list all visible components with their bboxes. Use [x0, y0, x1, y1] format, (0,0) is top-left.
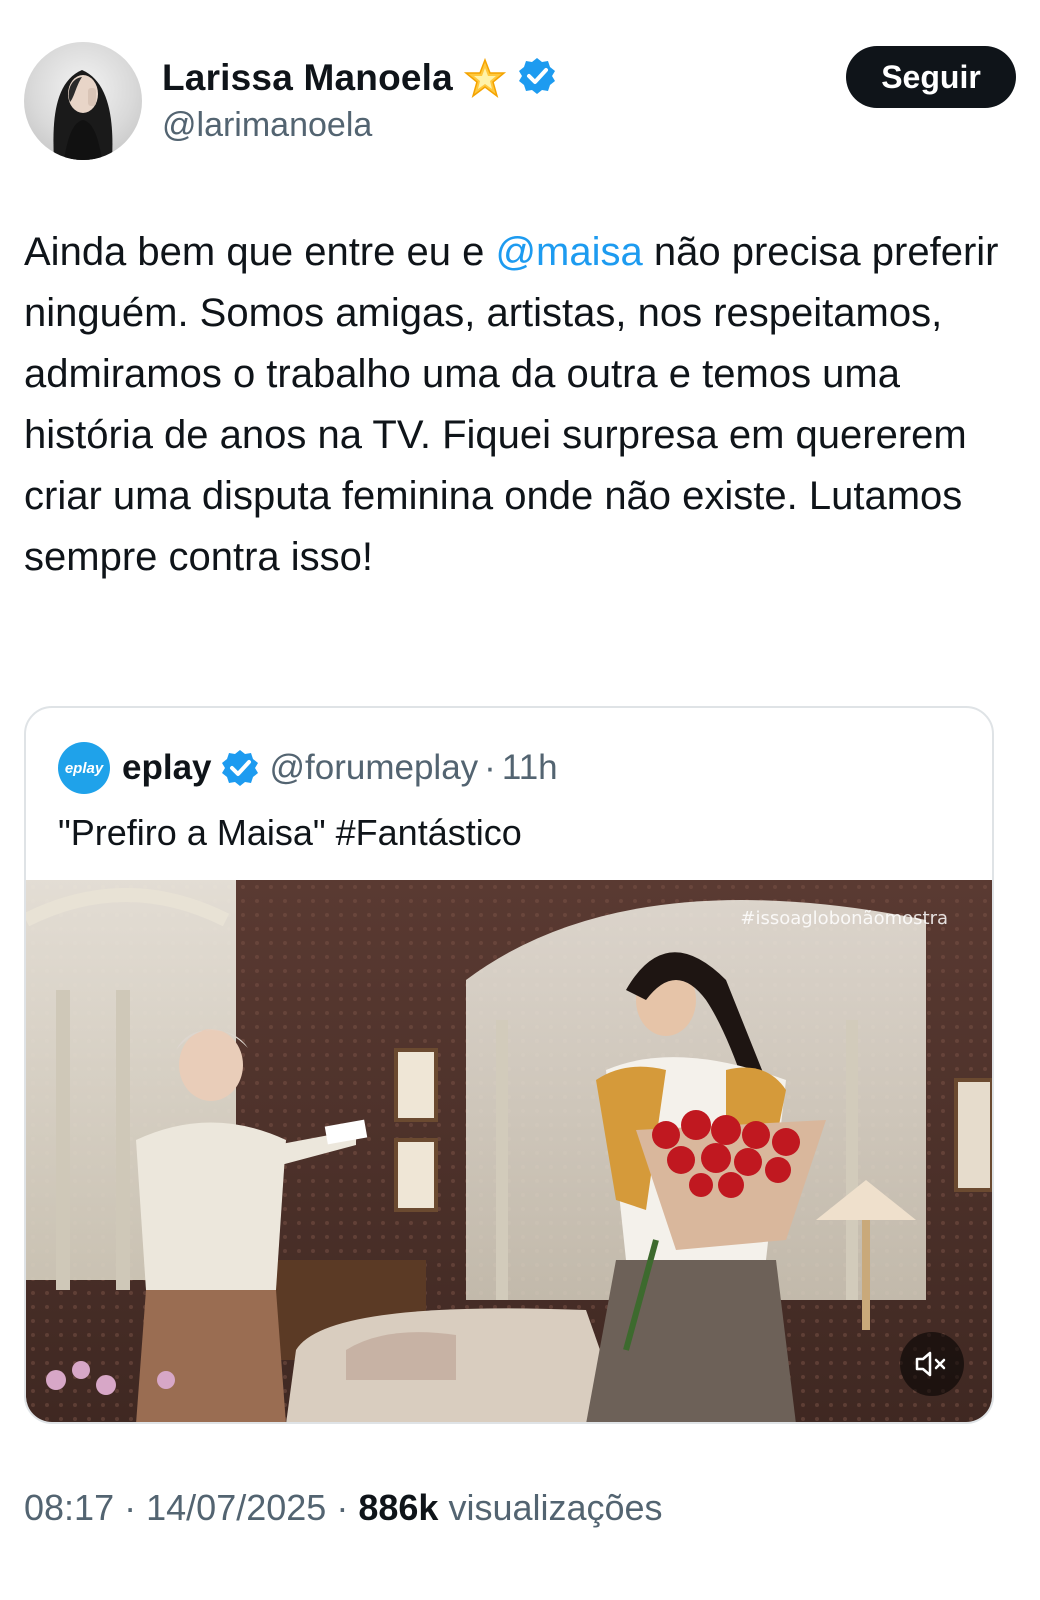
tweet-text-after: não precisa preferir ninguém. Somos amig…: [24, 230, 999, 579]
video-watermark: #issoaglobonãomostra: [740, 908, 948, 929]
glowing-star-icon: [463, 56, 507, 100]
speaker-muted-icon: [915, 1350, 949, 1378]
author-names: Larissa Manoela @larimanoela: [162, 54, 561, 145]
footer-separator: ·: [124, 1487, 137, 1528]
tweet-text-before: Ainda bem que entre eu e: [24, 230, 496, 274]
quoted-tweet-text: "Prefiro a Maisa" #Fantástico: [58, 812, 522, 853]
author-avatar-image: [53, 70, 113, 160]
video-frame: [26, 880, 992, 1422]
tweet-text: Ainda bem que entre eu e @maisa não prec…: [24, 222, 1014, 588]
post-date[interactable]: 14/07/2025: [146, 1487, 326, 1528]
quoted-video[interactable]: #issoaglobonãomostra: [26, 880, 992, 1422]
verified-badge-icon[interactable]: [517, 56, 561, 100]
views-count: 886k: [358, 1487, 439, 1528]
quoted-timestamp[interactable]: 11h: [502, 748, 558, 788]
author-avatar[interactable]: [24, 42, 142, 160]
quoted-tweet-card[interactable]: eplay eplay @forumeplay · 11h "Prefiro a…: [24, 706, 994, 1424]
display-name-row: Larissa Manoela: [162, 54, 561, 102]
mention-link[interactable]: @maisa: [495, 230, 642, 274]
meta-separator: ·: [484, 748, 496, 787]
footer-separator: ·: [336, 1487, 349, 1528]
mute-button[interactable]: [900, 1332, 964, 1396]
quoted-author-handle[interactable]: @forumeplay: [270, 748, 479, 788]
verified-badge-icon: [220, 748, 260, 788]
views-label: visualizações: [448, 1487, 663, 1528]
author-handle[interactable]: @larimanoela: [162, 106, 561, 145]
quoted-author-avatar[interactable]: eplay: [58, 742, 110, 794]
quoted-tweet-header: eplay eplay @forumeplay · 11h: [58, 740, 558, 796]
quoted-author-name[interactable]: eplay: [122, 748, 212, 788]
tweet-header: Larissa Manoela @larimanoela Seguir: [24, 42, 1016, 162]
author-display-name[interactable]: Larissa Manoela: [162, 57, 453, 99]
follow-button[interactable]: Seguir: [846, 46, 1016, 108]
post-time[interactable]: 08:17: [24, 1487, 114, 1528]
tweet-footer: 08:17 · 14/07/2025 · 886k visualizações: [24, 1487, 663, 1529]
